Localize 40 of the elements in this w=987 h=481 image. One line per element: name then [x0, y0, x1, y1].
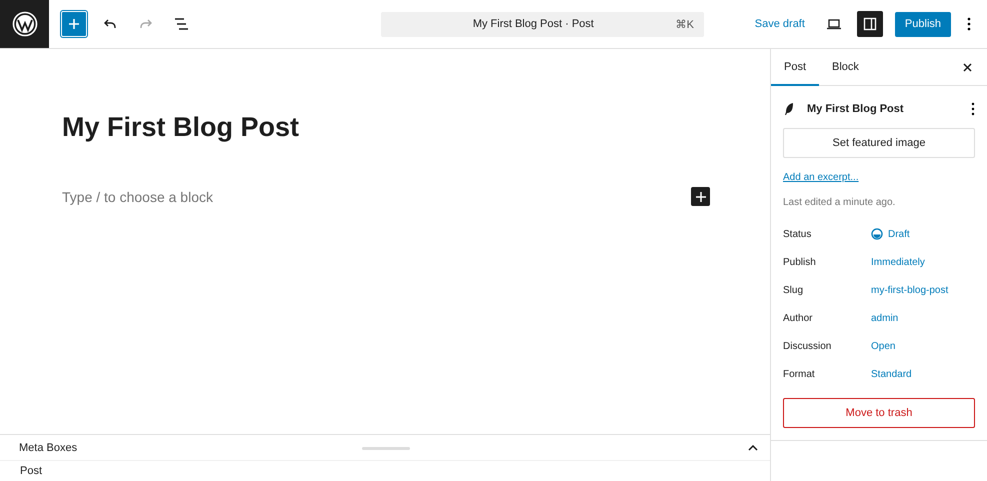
save-draft-button[interactable]: Save draft [748, 18, 811, 30]
sidebar-icon [862, 17, 877, 31]
field-value[interactable]: Draft [871, 228, 910, 240]
field-label: Discussion [783, 340, 832, 352]
field-label: Author [783, 312, 814, 324]
feather-icon [783, 102, 795, 116]
status-icon [871, 228, 883, 240]
options-icon[interactable] [971, 102, 975, 116]
sidebar-tab[interactable]: Block [819, 48, 872, 86]
close-icon[interactable] [963, 62, 972, 72]
resize-handle[interactable] [362, 447, 410, 450]
block-placeholder[interactable]: Type / to choose a block [62, 188, 213, 204]
plus-icon [68, 18, 80, 30]
field-value[interactable]: Standard [871, 368, 912, 380]
field-value[interactable]: my-first-blog-post [871, 284, 948, 296]
wordpress-logo[interactable] [0, 0, 49, 48]
command-bar[interactable]: My First Blog Post · Post ⌘K [381, 12, 704, 36]
field-label: Slug [783, 284, 804, 296]
meta-boxes-title: Meta Boxes [19, 442, 78, 454]
collapse-icon[interactable] [748, 444, 758, 450]
shortcut-hint: ⌘K [676, 18, 694, 30]
field-value[interactable]: admin [871, 312, 898, 324]
featured-image-button[interactable]: Set featured image [783, 128, 975, 158]
add-block-button[interactable] [691, 187, 710, 206]
field-label: Format [783, 368, 816, 380]
publish-button[interactable]: Publish [894, 12, 951, 36]
excerpt-link[interactable]: Add an excerpt... [783, 172, 859, 183]
meta-box-item[interactable]: Post [0, 461, 770, 481]
sidebar-tab[interactable]: Post [771, 48, 820, 86]
field-value[interactable]: Immediately [871, 256, 925, 268]
post-name: My First Blog Post [807, 103, 905, 115]
field-label: Publish [783, 256, 817, 268]
document-title: My First Blog Post · Post [472, 18, 595, 30]
trash-button[interactable]: Move to trash [783, 398, 975, 428]
post-title[interactable]: My First Blog Post [62, 111, 708, 143]
settings-button[interactable] [856, 11, 883, 37]
field-value[interactable]: Open [871, 340, 896, 352]
field-label: Status [783, 228, 812, 240]
plus-icon [696, 192, 706, 202]
last-edited-text: Last edited a minute ago. [783, 197, 896, 208]
